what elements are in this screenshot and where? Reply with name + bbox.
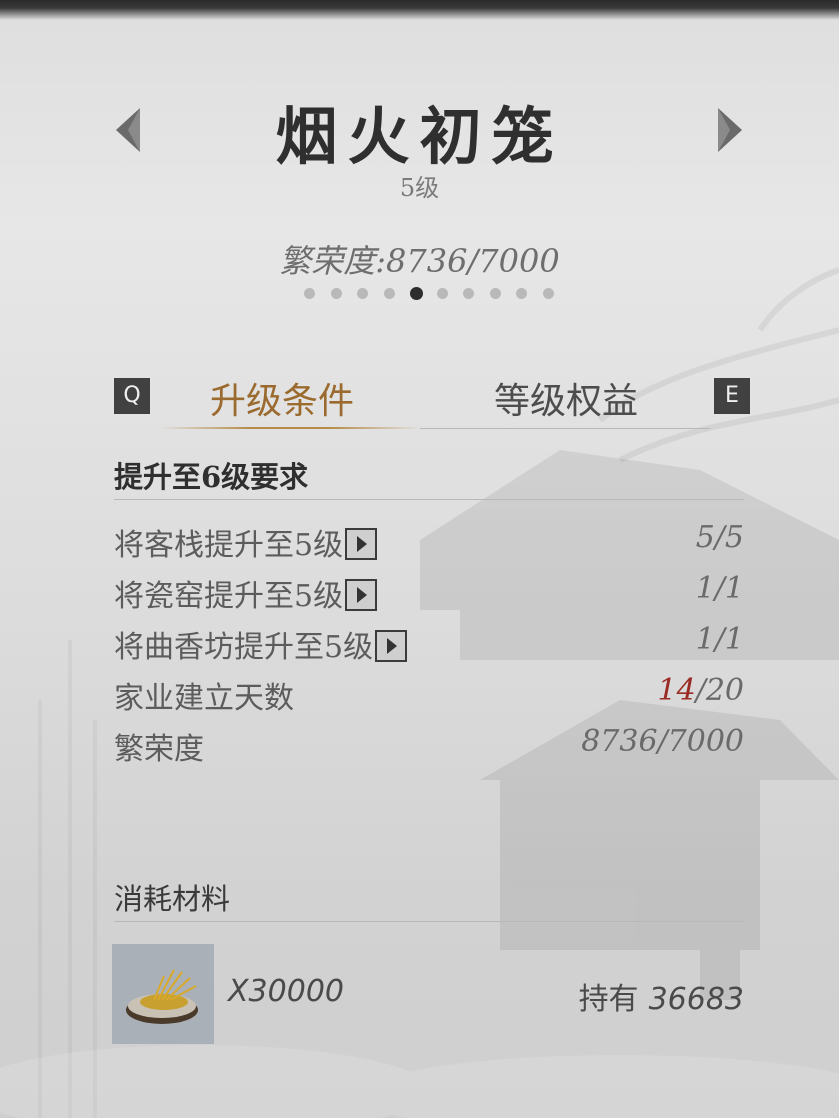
- requirement-value: 5/5: [695, 520, 744, 555]
- materials-divider: [114, 921, 744, 922]
- requirements-heading: 提升至6级要求: [114, 460, 309, 494]
- requirement-value: 1/1: [695, 622, 744, 657]
- material-owned: 持有 36683: [579, 974, 744, 1018]
- requirement-label: 将瓷窑提升至5级: [114, 579, 344, 614]
- active-tab-underline: [160, 427, 420, 429]
- requirement-value: 8736/7000: [581, 724, 744, 759]
- requirement-label: 将曲香坊提升至5级: [114, 630, 374, 665]
- go-button[interactable]: [345, 528, 378, 560]
- play-arrow-icon: [357, 587, 368, 603]
- requirement-label: 繁荣度: [114, 732, 204, 767]
- level-label: 5级: [399, 174, 440, 202]
- requirements-divider: [114, 499, 744, 500]
- requirement-label: 家业建立天数: [114, 681, 294, 716]
- page-dot[interactable]: [516, 288, 527, 299]
- play-arrow-icon: [387, 638, 398, 654]
- go-button[interactable]: [375, 630, 408, 662]
- grain-bowl-icon[interactable]: [112, 944, 214, 1044]
- requirement-value: 14/20: [658, 673, 744, 708]
- material-cost: X30000: [228, 974, 344, 1009]
- requirement-value: 1/1: [695, 571, 744, 606]
- page-dot-active[interactable]: [410, 287, 423, 300]
- page-title: 烟火初笼: [275, 100, 564, 173]
- materials-heading: 消耗材料: [114, 882, 231, 916]
- tab-upgrade-conditions[interactable]: 升级条件: [210, 372, 354, 424]
- tab-divider: [420, 428, 710, 429]
- page-dot[interactable]: [489, 288, 501, 299]
- requirement-label: 将客栈提升至5级: [114, 528, 344, 563]
- requirement-row: 将曲香坊提升至5级: [114, 622, 408, 666]
- page-dot[interactable]: [542, 288, 554, 299]
- tab-level-benefits[interactable]: 等级权益: [494, 372, 638, 424]
- requirement-row: 将瓷窑提升至5级: [114, 571, 378, 615]
- go-button[interactable]: [345, 579, 378, 611]
- page-dot[interactable]: [436, 288, 448, 299]
- days-total: /20: [695, 673, 744, 708]
- owned-value: 36683: [648, 982, 744, 1017]
- page-dot[interactable]: [463, 288, 474, 299]
- play-arrow-icon: [357, 536, 368, 552]
- prosperity-summary: 繁荣度:8736/7000: [279, 242, 560, 280]
- page-dot[interactable]: [383, 288, 395, 299]
- page-indicator: [304, 286, 564, 300]
- next-tab-key[interactable]: E: [714, 378, 750, 414]
- requirement-row: 将客栈提升至5级: [114, 520, 378, 564]
- days-current: 14: [657, 673, 696, 708]
- owned-label: 持有: [578, 982, 639, 1017]
- prev-tab-key[interactable]: Q: [114, 378, 150, 414]
- page-dot[interactable]: [330, 288, 342, 299]
- page-dot[interactable]: [304, 288, 315, 299]
- page-dot[interactable]: [357, 288, 368, 299]
